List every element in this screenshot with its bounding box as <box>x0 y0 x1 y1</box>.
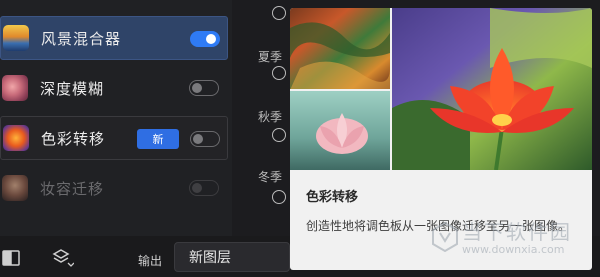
season-label: 冬季 <box>258 170 283 184</box>
filter-toggle[interactable] <box>190 31 220 47</box>
season-radio[interactable] <box>272 66 286 80</box>
makeup-transfer-thumbnail <box>2 175 28 201</box>
new-badge: 新 <box>137 129 179 149</box>
color-transfer-thumbnail <box>3 125 29 151</box>
watermark-text: 当下软件园 <box>462 220 572 244</box>
filter-toggle <box>189 180 219 196</box>
filter-item-color-transfer[interactable]: 色彩转移 新 <box>0 116 228 160</box>
season-radio[interactable] <box>272 128 286 142</box>
filter-toggle[interactable] <box>190 131 220 147</box>
watermark-logo-icon <box>432 222 458 252</box>
tooltip-title: 色彩转移 <box>306 190 359 205</box>
output-select-value: 新图层 <box>189 250 231 266</box>
filter-label: 妆容迁移 <box>40 179 105 198</box>
layers-icon[interactable] <box>52 248 74 268</box>
season-radio[interactable] <box>272 190 286 204</box>
compare-view-icon[interactable] <box>2 250 20 266</box>
filter-label: 色彩转移 <box>41 129 106 148</box>
season-label: 秋季 <box>258 110 283 124</box>
filter-label: 风景混合器 <box>41 29 122 48</box>
output-select[interactable]: 新图层 <box>174 242 290 272</box>
filter-item-makeup-transfer[interactable]: 妆容迁移 <box>0 166 228 210</box>
watermark-url: www.downxia.com <box>462 243 565 256</box>
season-radio[interactable] <box>272 6 286 20</box>
landscape-mixer-thumbnail <box>3 25 29 51</box>
filter-toggle[interactable] <box>189 80 219 96</box>
output-label: 输出 <box>138 254 163 268</box>
filter-item-depth-blur[interactable]: 深度模糊 <box>0 66 228 110</box>
landscape-options-panel: 夏季 秋季 冬季 <box>236 0 292 236</box>
filter-item-landscape-mixer[interactable]: 风景混合器 <box>0 16 228 60</box>
color-transfer-preview-image <box>290 8 592 170</box>
depth-blur-thumbnail <box>2 75 28 101</box>
watermark: 当下软件园 www.downxia.com <box>432 212 592 268</box>
filter-label: 深度模糊 <box>40 79 105 98</box>
neural-filters-list: 风景混合器 深度模糊 色彩转移 新 妆容迁移 <box>0 0 232 236</box>
season-label: 夏季 <box>258 50 283 64</box>
